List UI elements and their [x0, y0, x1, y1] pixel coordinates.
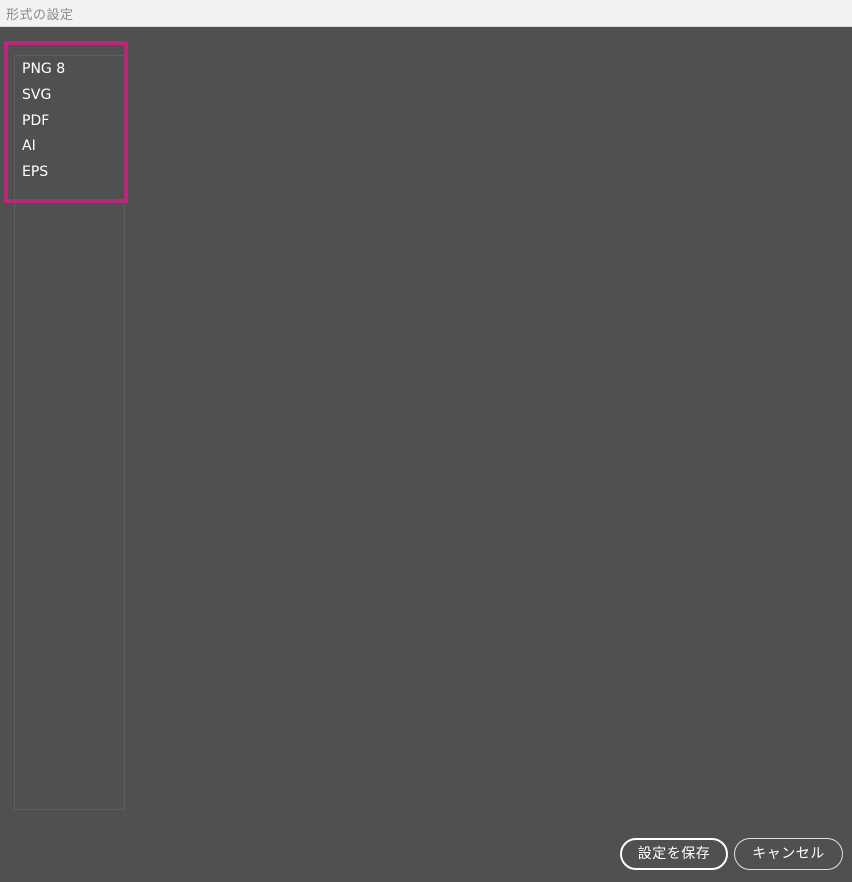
format-item-eps[interactable]: EPS: [22, 162, 48, 182]
format-list[interactable]: PNG 8 SVG PDF AI EPS: [14, 55, 125, 810]
cancel-button[interactable]: キャンセル: [734, 838, 843, 870]
title-bar: 形式の設定: [0, 0, 852, 27]
format-settings-dialog: 形式の設定 PNG 8 SVG PDF AI EPS 設定を保存 キャンセル: [0, 0, 852, 882]
dialog-title: 形式の設定: [6, 8, 74, 23]
format-item-png8[interactable]: PNG 8: [22, 59, 65, 79]
save-settings-button[interactable]: 設定を保存: [620, 838, 728, 870]
format-item-pdf[interactable]: PDF: [22, 111, 49, 131]
format-item-svg[interactable]: SVG: [22, 85, 51, 105]
format-item-ai[interactable]: AI: [22, 136, 36, 156]
